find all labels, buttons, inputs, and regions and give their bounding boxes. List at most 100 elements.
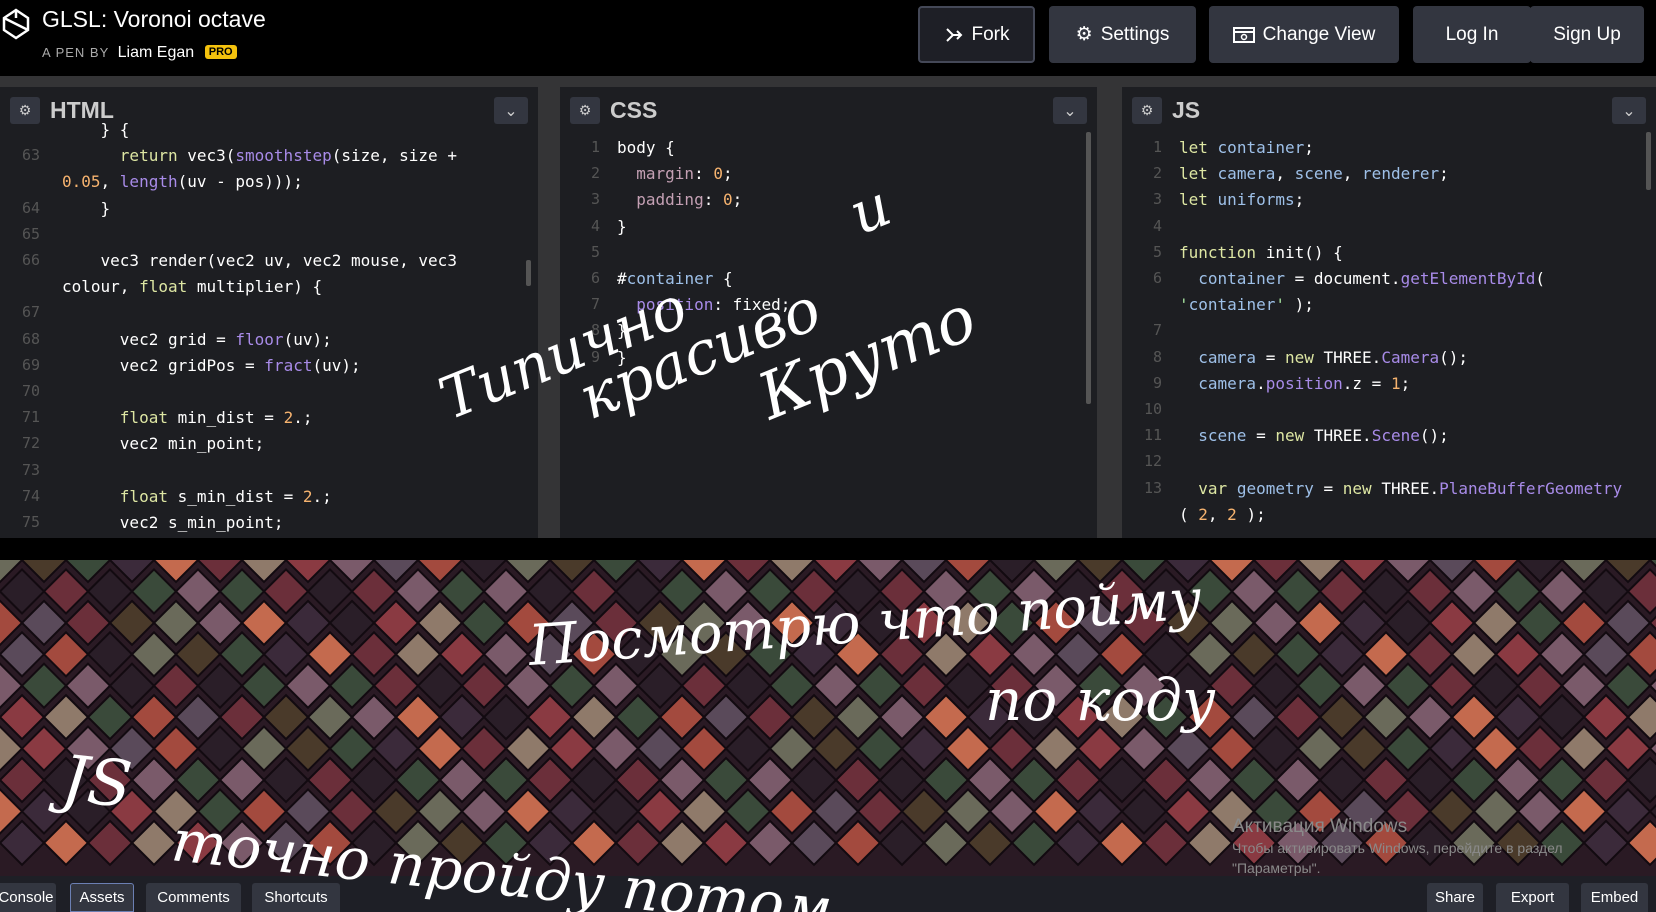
css-settings-icon[interactable]: ⚙ [570,97,600,124]
code-line[interactable]: 4 [1122,213,1656,240]
code-line[interactable]: 68 vec2 grid = floor(uv); [0,326,538,353]
change-view-button[interactable]: Change View [1209,6,1399,63]
css-scrollbar[interactable] [1086,132,1091,404]
js-editor-title: JS [1172,97,1201,123]
export-button[interactable]: Export [1496,883,1569,912]
css-code[interactable]: 1 body {2 margin: 0; 3 padding: 0; 4} 5 6 #con… [560,130,1097,538]
code-line[interactable]: 67 [0,299,538,326]
code-line[interactable]: 'container' ); [1122,291,1656,318]
fork-button[interactable]: Fork [918,6,1035,63]
code-line[interactable]: 6 container = document.getElementById( [1122,265,1656,292]
windows-activation-text: Чтобы активировать Windows, перейдите в … [1232,840,1563,856]
code-line[interactable]: 74 float s_min_dist = 2.; [0,483,538,510]
css-editor: ⚙ CSS ⌄ 1 body {2 margin: 0; 3 padding: 0;… [560,84,1097,538]
code-line[interactable]: 64 } [0,195,538,222]
html-scrollbar[interactable] [526,260,531,286]
code-line[interactable]: 7 position: fixed; [560,291,1097,318]
line-number: 4 [1152,216,1162,235]
chevron-down-icon[interactable]: ⌄ [1053,97,1087,124]
js-settings-icon[interactable]: ⚙ [1132,97,1162,124]
comments-button[interactable]: Comments [146,883,241,912]
code-line[interactable]: 3 let uniforms; [1122,186,1656,213]
code-line[interactable]: 71 float min_dist = 2.; [0,404,538,431]
code-line[interactable]: 6 #container { [560,265,1097,292]
console-button[interactable]: Console [0,883,56,912]
code-line[interactable]: 0.05, length(uv - pos))); [0,168,538,195]
assets-button[interactable]: Assets [70,883,134,912]
code-text: } [62,198,111,218]
settings-label: Settings [1100,23,1170,45]
code-text: var geometry = new THREE.PlaneBufferGeom… [1198,478,1623,498]
embed-button[interactable]: Embed [1581,883,1648,912]
line-number: 9 [1152,373,1162,392]
pen-byline: A PEN BY Liam Egan PRO [42,44,237,62]
code-text: let container; [1179,138,1314,157]
code-line[interactable]: 2 margin: 0; [560,160,1097,187]
code-text: #container { [617,269,733,288]
signup-button[interactable]: Sign Up [1530,6,1644,63]
code-text: body { [617,138,675,157]
code-text: vec3 render(vec2 uv, vec2 mouse, vec3 [62,251,457,270]
code-text: function init() { [1179,242,1343,262]
code-line[interactable]: 1 body { [560,134,1097,161]
line-number: 65 [21,224,40,243]
js-scrollbar[interactable] [1646,132,1651,190]
code-line[interactable]: colour, float multiplier) { [0,273,538,300]
code-line[interactable]: 69 vec2 gridPos = fract(uv); [0,352,538,379]
code-line[interactable]: 9} [560,344,1097,371]
line-number: 11 [1143,426,1162,445]
code-line[interactable]: 73 [0,457,538,484]
line-number: 74 [21,486,40,505]
code-line[interactable]: 65 [0,221,538,248]
code-line[interactable]: 75 vec2 s_min_point; [0,509,538,536]
code-line[interactable]: 5 function init() { [1122,239,1656,266]
code-text: return vec3(smoothstep(size, size + [119,146,457,166]
line-number: 8 [590,321,600,340]
settings-button[interactable]: ⚙ Settings [1049,6,1196,63]
code-line[interactable]: 4} [560,213,1097,240]
shortcuts-button[interactable]: Shortcuts [252,883,340,912]
code-line[interactable]: 10 [1122,396,1656,423]
code-text: let uniforms; [1179,190,1305,210]
line-number: 6 [1152,269,1162,287]
login-button[interactable]: Log In [1413,6,1531,63]
code-text: vec2 grid = floor(uv); [62,329,332,349]
line-number: 1 [1152,138,1162,156]
author-link[interactable]: Liam Egan [118,44,195,61]
code-line[interactable]: 8} [560,317,1097,344]
code-line[interactable]: 12 [1122,448,1656,475]
chevron-down-icon[interactable]: ⌄ [1612,97,1646,124]
code-text: scene = new THREE.Scene(); [1198,426,1449,446]
byline-prefix: A PEN BY [42,45,110,60]
code-line[interactable]: 8 camera = new THREE.Camera(); [1122,344,1656,371]
line-number: 2 [1152,164,1162,183]
line-number: 12 [1143,452,1162,471]
line-number: 3 [590,190,600,209]
code-line[interactable]: 3 padding: 0; [560,186,1097,213]
codepen-logo-icon[interactable] [0,4,32,42]
html-code[interactable]: } {63 return vec3(smoothstep(size, size … [0,120,538,538]
line-number: 7 [1152,321,1162,340]
code-line[interactable]: 5 [560,239,1097,266]
result-preview[interactable] [0,560,1656,876]
code-line[interactable]: ( 2, 2 ); [1122,501,1656,528]
code-line[interactable]: 7 [1122,317,1656,344]
line-number: 70 [21,382,40,400]
code-line[interactable]: 70 [0,378,538,405]
share-button[interactable]: Share [1427,883,1483,912]
code-line[interactable]: 63 return vec3(smoothstep(size, size + [0,142,538,169]
js-code[interactable]: 1 let container; 2 let camera, scene, rende… [1122,130,1656,538]
code-line[interactable]: } { [0,116,538,143]
js-editor-header: ⚙ JS ⌄ [1122,84,1656,130]
line-number: 3 [1152,190,1162,209]
voronoi-pattern-canvas [0,560,1656,867]
code-line[interactable]: 2 let camera, scene, renderer; [1122,160,1656,187]
code-line[interactable]: 72 vec2 min_point; [0,430,538,457]
code-line[interactable]: 66 vec3 render(vec2 uv, vec2 mouse, vec3 [0,247,538,274]
code-line[interactable]: 11 scene = new THREE.Scene(); [1122,422,1656,449]
code-line[interactable]: 1 let container; [1122,134,1656,161]
code-line[interactable]: 9 camera.position.z = 1; [1122,370,1656,397]
code-text: float s_min_dist = 2.; [119,486,332,506]
line-number: 66 [21,251,40,269]
code-line[interactable]: 13 var geometry = new THREE.PlaneBufferG… [1122,475,1656,502]
